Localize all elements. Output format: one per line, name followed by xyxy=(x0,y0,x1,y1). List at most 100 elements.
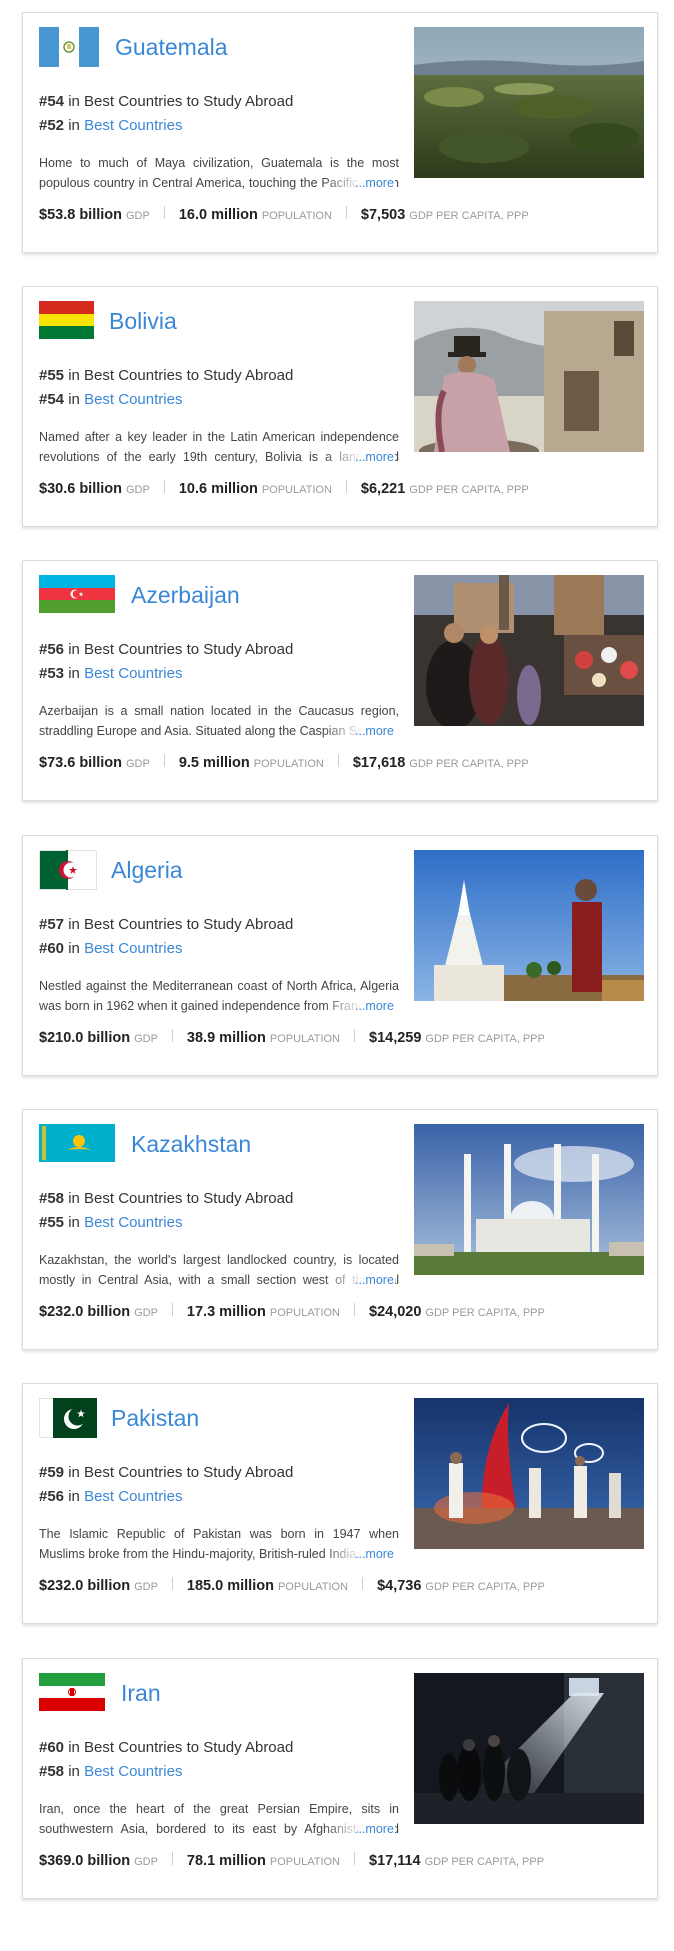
gdp-value: $73.6 billion xyxy=(39,755,122,771)
gdp-per-capita-value: $24,020 xyxy=(369,1304,422,1320)
stat-divider xyxy=(163,206,165,219)
stat-divider xyxy=(171,1852,173,1865)
country-photo[interactable] xyxy=(414,575,644,726)
country-photo[interactable] xyxy=(414,27,644,178)
more-link[interactable]: ...more xyxy=(355,1270,394,1290)
best-countries-rank: #53 in Best Countries xyxy=(39,665,183,682)
country-photo[interactable] xyxy=(414,1124,644,1275)
population-label: POPULATION xyxy=(269,1856,340,1868)
population-label: POPULATION xyxy=(253,758,324,770)
best-countries-link[interactable]: Best Countries xyxy=(84,665,182,682)
gdp-per-capita-label: GDP PER CAPITA, PPP xyxy=(425,1033,545,1045)
gdp-label: GDP xyxy=(126,210,150,222)
best-countries-link[interactable]: Best Countries xyxy=(84,1488,182,1505)
iran-flag-icon[interactable] xyxy=(39,1673,105,1711)
population-label: POPULATION xyxy=(277,1581,349,1593)
study-abroad-rank: #60 in Best Countries to Study Abroad xyxy=(39,1739,294,1756)
country-card-kazakhstan: Kazakhstan #58 in Best Countries to Stud… xyxy=(22,1109,658,1350)
study-abroad-rank: #54 in Best Countries to Study Abroad xyxy=(39,93,294,110)
country-photo[interactable] xyxy=(414,850,644,1001)
algeria-flag-icon[interactable] xyxy=(39,850,97,890)
gdp-per-capita-label: GDP PER CAPITA, PPP xyxy=(425,1581,545,1593)
study-abroad-rank: #58 in Best Countries to Study Abroad xyxy=(39,1190,294,1207)
stat-divider xyxy=(354,1303,355,1316)
kazakhstan-flag-icon[interactable] xyxy=(39,1124,115,1162)
country-name-link[interactable]: Algeria xyxy=(111,850,183,890)
stat-divider xyxy=(337,754,339,767)
more-link[interactable]: ...more xyxy=(355,1544,394,1564)
best-countries-link[interactable]: Best Countries xyxy=(84,1763,182,1780)
gdp-per-capita-label: GDP PER CAPITA, PPP xyxy=(409,210,529,222)
stat-divider xyxy=(171,1303,173,1316)
pakistan-flag-icon[interactable] xyxy=(39,1398,97,1438)
country-name-link[interactable]: Azerbaijan xyxy=(131,575,240,615)
study-abroad-rank: #57 in Best Countries to Study Abroad xyxy=(39,916,294,933)
gdp-value: $30.6 billion xyxy=(39,481,122,497)
more-link[interactable]: ...more xyxy=(355,447,394,467)
stat-divider xyxy=(163,480,165,493)
country-name-link[interactable]: Bolivia xyxy=(109,301,177,341)
gdp-per-capita-label: GDP PER CAPITA, PPP xyxy=(424,1856,545,1868)
population-label: POPULATION xyxy=(269,1033,340,1045)
country-stats: $30.6 billion GDP 10.6 million POPULATION … xyxy=(39,480,529,497)
country-name-link[interactable]: Pakistan xyxy=(111,1398,199,1438)
azerbaijan-flag-icon[interactable] xyxy=(39,575,115,613)
population-value: 9.5 million xyxy=(178,755,250,771)
population-label: POPULATION xyxy=(269,1307,340,1319)
gdp-label: GDP xyxy=(126,758,150,770)
best-countries-link[interactable]: Best Countries xyxy=(84,117,182,134)
population-value: 185.0 million xyxy=(186,1578,274,1594)
bolivia-flag-icon[interactable] xyxy=(39,301,94,339)
guatemala-flag-icon[interactable] xyxy=(39,27,99,67)
country-name-link[interactable]: Kazakhstan xyxy=(131,1124,251,1164)
gdp-value: $232.0 billion xyxy=(39,1578,131,1594)
more-link[interactable]: ...more xyxy=(355,1819,394,1839)
stat-divider xyxy=(345,206,347,219)
stat-divider xyxy=(354,1852,355,1865)
stat-divider xyxy=(362,1577,364,1590)
best-countries-rank: #54 in Best Countries xyxy=(39,391,183,408)
best-countries-rank: #56 in Best Countries xyxy=(39,1488,183,1505)
study-abroad-rank: #59 in Best Countries to Study Abroad xyxy=(39,1464,294,1481)
gdp-label: GDP xyxy=(134,1307,158,1319)
best-countries-link[interactable]: Best Countries xyxy=(84,1214,182,1231)
country-card-pakistan: Pakistan #59 in Best Countries to Study … xyxy=(22,1383,658,1624)
gdp-per-capita-label: GDP PER CAPITA, PPP xyxy=(425,1307,545,1319)
best-countries-rank: #55 in Best Countries xyxy=(39,1214,183,1231)
more-link[interactable]: ...more xyxy=(355,721,394,741)
country-name-link[interactable]: Iran xyxy=(121,1673,161,1713)
gdp-per-capita-value: $17,618 xyxy=(352,755,406,771)
gdp-label: GDP xyxy=(126,484,150,496)
gdp-value: $232.0 billion xyxy=(39,1304,131,1320)
country-stats: $369.0 billion GDP 78.1 million POPULATION… xyxy=(39,1852,544,1869)
population-value: 17.3 million xyxy=(186,1304,266,1320)
study-abroad-rank: #56 in Best Countries to Study Abroad xyxy=(39,641,294,658)
gdp-per-capita-value: $14,259 xyxy=(369,1030,422,1046)
country-stats: $210.0 billion GDP 38.9 million POPULATION… xyxy=(39,1029,545,1046)
country-card-guatemala: Guatemala #54 in Best Countries to Study… xyxy=(22,12,658,253)
population-value: 16.0 million xyxy=(178,207,258,223)
population-value: 78.1 million xyxy=(186,1853,266,1869)
country-photo[interactable] xyxy=(414,301,644,452)
country-card-bolivia: Bolivia #55 in Best Countries to Study A… xyxy=(22,286,658,527)
stat-divider xyxy=(171,1029,173,1042)
country-photo[interactable] xyxy=(414,1398,644,1549)
country-stats: $73.6 billion GDP 9.5 million POPULATION $… xyxy=(39,754,529,771)
stat-divider xyxy=(354,1029,355,1042)
country-stats: $53.8 billion GDP 16.0 million POPULATION … xyxy=(39,206,529,223)
gdp-value: $369.0 billion xyxy=(39,1853,131,1869)
country-name-link[interactable]: Guatemala xyxy=(115,27,228,67)
stat-divider xyxy=(163,754,165,767)
best-countries-link[interactable]: Best Countries xyxy=(84,940,182,957)
population-value: 38.9 million xyxy=(186,1030,266,1046)
gdp-per-capita-value: $7,503 xyxy=(360,207,406,223)
more-link[interactable]: ...more xyxy=(355,996,394,1016)
country-stats: $232.0 billion GDP 17.3 million POPULATION… xyxy=(39,1303,545,1320)
country-card-iran: Iran #60 in Best Countries to Study Abro… xyxy=(22,1658,658,1899)
country-photo[interactable] xyxy=(414,1673,644,1824)
gdp-per-capita-value: $4,736 xyxy=(377,1578,422,1594)
best-countries-link[interactable]: Best Countries xyxy=(84,391,182,408)
more-link[interactable]: ...more xyxy=(355,173,394,193)
gdp-per-capita-value: $17,114 xyxy=(369,1853,421,1869)
gdp-per-capita-label: GDP PER CAPITA, PPP xyxy=(409,758,529,770)
